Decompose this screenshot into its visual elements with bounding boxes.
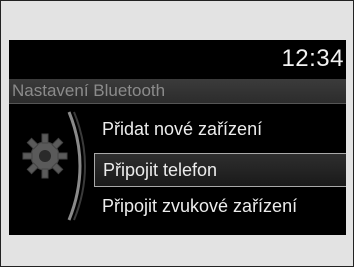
menu-item-connect-audio-device[interactable]: Připojit zvukové zařízení [94,189,346,223]
gear-icon [22,133,68,179]
infotainment-screen: 12:34 Nastavení Bluetooth Přidat nové za… [9,40,346,235]
page-title: Nastavení Bluetooth [12,81,166,100]
menu-item-add-new-device[interactable]: Přidat nové zařízení [94,112,346,146]
display-frame: 12:34 Nastavení Bluetooth Přidat nové za… [0,0,354,267]
menu-item-label: Přidat nové zařízení [102,119,263,139]
menu-item-connect-phone[interactable]: Připojit telefon [94,153,346,187]
menu-item-label: Připojit zvukové zařízení [102,196,298,216]
menu-item-label: Připojit telefon [103,160,218,180]
scroll-arc-indicator [67,111,86,221]
clock: 12:34 [281,45,344,72]
title-bar: Nastavení Bluetooth [9,79,346,104]
